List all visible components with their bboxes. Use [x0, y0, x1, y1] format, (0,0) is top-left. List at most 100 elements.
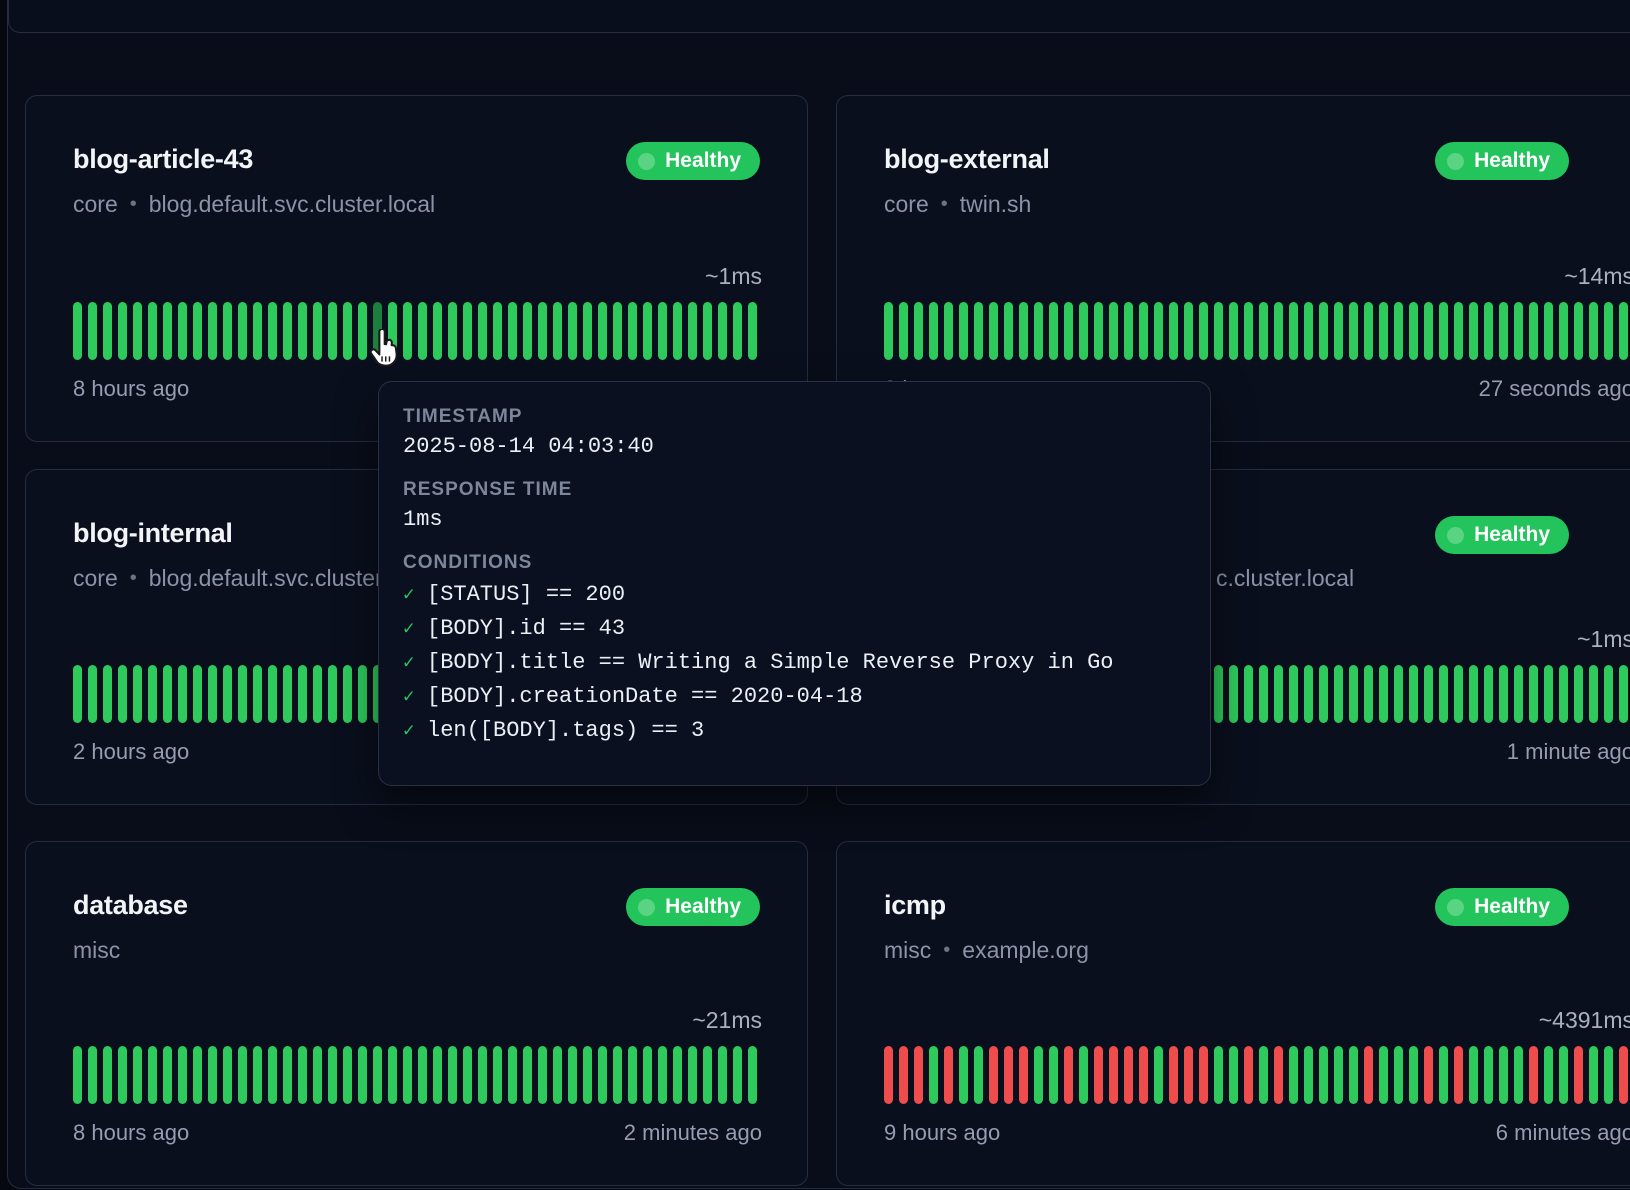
status-bar-up[interactable] [1229, 665, 1238, 723]
status-bar-up[interactable] [1199, 302, 1208, 360]
status-bar-up[interactable] [1604, 1046, 1613, 1104]
status-bar-up[interactable] [1559, 665, 1568, 723]
status-bar-up[interactable] [343, 1046, 352, 1104]
status-bar-up[interactable] [298, 665, 307, 723]
status-bar-up[interactable] [1514, 302, 1523, 360]
status-bar-up[interactable] [643, 302, 652, 360]
status-bar-up[interactable] [1094, 302, 1103, 360]
status-bar-up[interactable] [238, 1046, 247, 1104]
status-bar-up[interactable] [208, 665, 217, 723]
status-bar-up[interactable] [703, 302, 712, 360]
status-bar-down[interactable] [1169, 1046, 1178, 1104]
status-bar-up[interactable] [899, 302, 908, 360]
status-bar-up[interactable] [178, 665, 187, 723]
status-bar-up[interactable] [298, 302, 307, 360]
status-bar-up[interactable] [103, 665, 112, 723]
status-bar-up[interactable] [448, 1046, 457, 1104]
status-bar-up[interactable] [733, 302, 742, 360]
status-bar-up[interactable] [1319, 665, 1328, 723]
status-bar-up[interactable] [748, 302, 757, 360]
status-bar-up[interactable] [1049, 302, 1058, 360]
status-bar-up[interactable] [343, 665, 352, 723]
status-bar-up[interactable] [463, 1046, 472, 1104]
status-bar-up[interactable] [268, 1046, 277, 1104]
endpoint-card-database[interactable]: database Healthy misc ~21ms 8 hours ago … [25, 841, 808, 1186]
status-bar-down[interactable] [1094, 1046, 1103, 1104]
status-bar-up[interactable] [989, 302, 998, 360]
status-bar-up[interactable] [283, 665, 292, 723]
status-bar-up[interactable] [1079, 1046, 1088, 1104]
status-bar-up[interactable] [1544, 302, 1553, 360]
status-bar-down[interactable] [1184, 1046, 1193, 1104]
status-bar-up[interactable] [929, 1046, 938, 1104]
status-bar-up[interactable] [1349, 665, 1358, 723]
status-bar-up[interactable] [1019, 302, 1028, 360]
status-bar-up[interactable] [298, 1046, 307, 1104]
status-bar-down[interactable] [1529, 1046, 1538, 1104]
uptime-bars[interactable] [73, 302, 762, 360]
status-bar-up[interactable] [313, 665, 322, 723]
status-bar-up[interactable] [463, 302, 472, 360]
status-bar-up[interactable] [208, 302, 217, 360]
status-bar-up[interactable] [403, 1046, 412, 1104]
status-bar-up[interactable] [1379, 302, 1388, 360]
status-bar-up[interactable] [1139, 302, 1148, 360]
status-bar-down[interactable] [914, 1046, 923, 1104]
status-bar-up[interactable] [1574, 302, 1583, 360]
status-bar-up[interactable] [1289, 665, 1298, 723]
status-bar-up[interactable] [1409, 665, 1418, 723]
status-bar-down[interactable] [1019, 1046, 1028, 1104]
status-bar-down[interactable] [1199, 1046, 1208, 1104]
status-bar-up[interactable] [1379, 665, 1388, 723]
status-bar-up[interactable] [703, 1046, 712, 1104]
status-bar-up[interactable] [1079, 302, 1088, 360]
status-bar-up[interactable] [1214, 302, 1223, 360]
status-bar-up[interactable] [1304, 665, 1313, 723]
status-bar-up[interactable] [373, 1046, 382, 1104]
status-bar-up[interactable] [718, 302, 727, 360]
status-bar-up[interactable] [553, 302, 562, 360]
status-bar-up[interactable] [523, 302, 532, 360]
status-bar-up[interactable] [193, 665, 202, 723]
status-bar-up[interactable] [718, 1046, 727, 1104]
status-bar-up[interactable] [748, 1046, 757, 1104]
status-bar-up[interactable] [1304, 302, 1313, 360]
status-bar-up[interactable] [1319, 302, 1328, 360]
status-bar-up[interactable] [673, 302, 682, 360]
status-bar-up[interactable] [73, 665, 82, 723]
status-bar-up[interactable] [223, 665, 232, 723]
status-bar-up[interactable] [328, 302, 337, 360]
status-bar-up[interactable] [974, 1046, 983, 1104]
status-bar-up[interactable] [313, 1046, 322, 1104]
status-bar-up[interactable] [223, 1046, 232, 1104]
status-bar-up[interactable] [433, 302, 442, 360]
status-bar-up[interactable] [73, 302, 82, 360]
status-bar-up[interactable] [974, 302, 983, 360]
status-bar-up[interactable] [238, 665, 247, 723]
status-bar-up[interactable] [658, 1046, 667, 1104]
uptime-bars[interactable] [884, 1046, 1630, 1104]
status-bar-up[interactable] [1589, 302, 1598, 360]
status-bar-up[interactable] [628, 1046, 637, 1104]
status-bar-up[interactable] [118, 302, 127, 360]
status-bar-up[interactable] [1334, 1046, 1343, 1104]
status-bar-up[interactable] [1124, 302, 1133, 360]
status-bar-up[interactable] [583, 302, 592, 360]
status-bar-up[interactable] [1064, 302, 1073, 360]
status-bar-up[interactable] [208, 1046, 217, 1104]
status-bar-up[interactable] [1244, 302, 1253, 360]
status-bar-up[interactable] [358, 1046, 367, 1104]
status-bar-up[interactable] [1484, 302, 1493, 360]
status-bar-up[interactable] [929, 302, 938, 360]
status-bar-up[interactable] [733, 1046, 742, 1104]
status-bar-up[interactable] [478, 302, 487, 360]
status-bar-up[interactable] [1034, 302, 1043, 360]
status-bar-down[interactable] [899, 1046, 908, 1104]
status-bar-up[interactable] [959, 302, 968, 360]
status-bar-up[interactable] [1454, 665, 1463, 723]
status-bar-up[interactable] [418, 1046, 427, 1104]
status-bar-down[interactable] [1364, 1046, 1373, 1104]
endpoint-card-partial[interactable] [8, 0, 1630, 33]
status-bar-up[interactable] [88, 1046, 97, 1104]
status-bar-up[interactable] [1574, 665, 1583, 723]
